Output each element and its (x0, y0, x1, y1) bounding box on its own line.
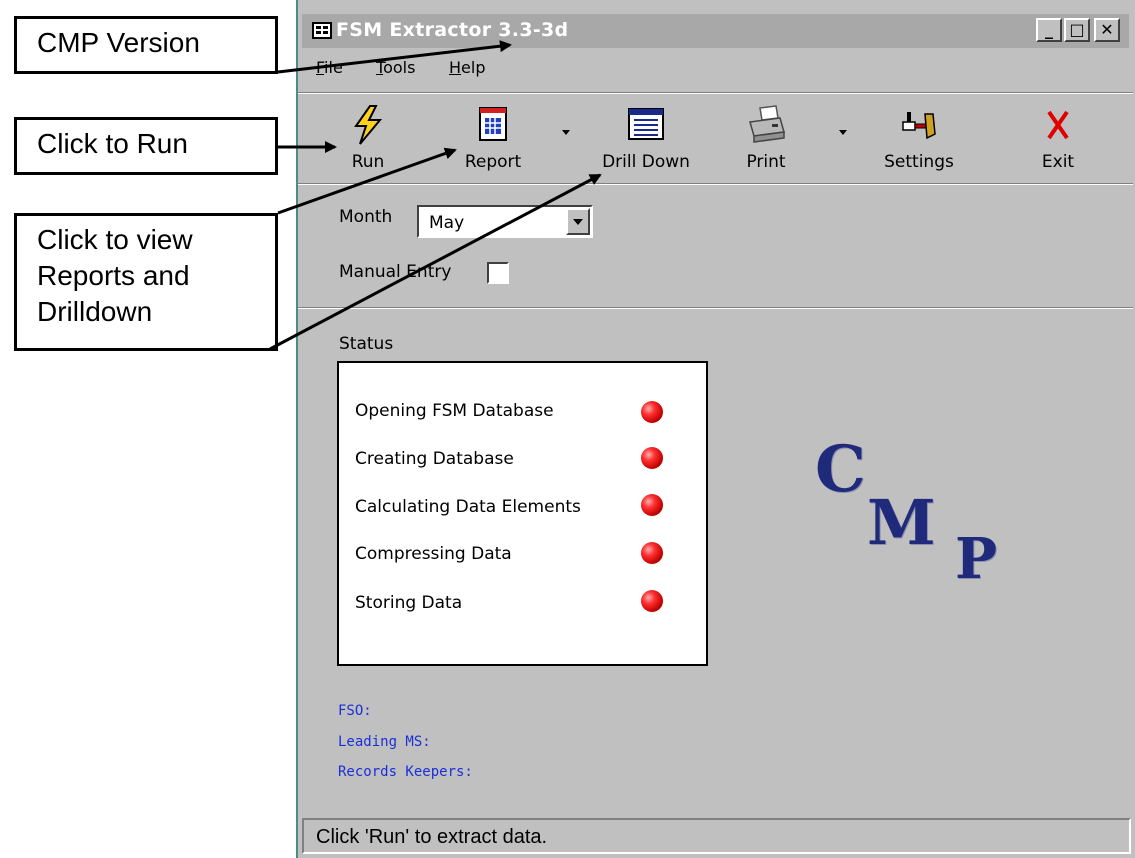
status-led-2-icon (641, 447, 663, 469)
exit-label: Exit (1041, 152, 1075, 172)
leading-ms-label: Leading MS: (338, 734, 431, 750)
status-step-1: Opening FSM Database (355, 401, 554, 421)
month-dropdown-button[interactable] (566, 208, 590, 235)
month-value: May (429, 213, 465, 233)
close-icon: ✕ (1100, 20, 1114, 39)
callout-line-2: Reports and (37, 260, 190, 291)
callout-click-to-run-text: Click to Run (37, 128, 188, 159)
minimize-icon: _ (1045, 20, 1053, 39)
menu-file-label: ile (324, 58, 343, 77)
fso-label: FSO: (338, 703, 372, 719)
report-button[interactable]: Report (438, 104, 548, 176)
status-heading: Status (339, 334, 394, 354)
form-separator (298, 307, 1133, 309)
month-label: Month (339, 207, 393, 227)
status-step-2: Creating Database (355, 449, 514, 469)
table-icon (628, 108, 664, 140)
menu-file-hotkey: F (316, 58, 325, 77)
status-step-4: Compressing Data (355, 544, 512, 564)
status-bar: Click 'Run' to extract data. (302, 818, 1131, 854)
status-step-5: Storing Data (355, 593, 463, 613)
drill-down-button[interactable]: Drill Down (591, 104, 701, 176)
status-bar-text: Click 'Run' to extract data. (316, 826, 548, 848)
print-dropdown-icon[interactable] (839, 130, 847, 135)
records-keepers-label: Records Keepers: (338, 764, 473, 780)
manual-entry-label: Manual Entry (339, 262, 452, 282)
callout-click-to-run: Click to Run (14, 117, 278, 175)
callout-cmp-version-text: CMP Version (37, 27, 200, 58)
exit-button[interactable]: Exit (1003, 104, 1113, 176)
tools-icon (902, 112, 936, 140)
window-title: FSM Extractor 3.3-3d (336, 19, 569, 41)
print-button[interactable]: Print (711, 104, 821, 176)
settings-label: Settings (884, 152, 954, 172)
menu-separator (298, 92, 1133, 94)
menu-bar: File Tools Help (300, 52, 1127, 82)
red-x-icon (1047, 110, 1069, 140)
status-led-4-icon (641, 542, 663, 564)
printer-icon (749, 105, 785, 143)
run-label: Run (351, 152, 385, 172)
menu-tools-label: ools (383, 58, 416, 77)
menu-help-label: elp (461, 58, 486, 77)
maximize-icon: □ (1069, 20, 1085, 39)
status-led-1-icon (641, 401, 663, 423)
status-led-5-icon (641, 590, 663, 612)
logo-c: C (815, 432, 866, 507)
menu-tools-hotkey: T (376, 58, 384, 77)
calendar-icon (479, 107, 507, 141)
title-bar[interactable]: FSM Extractor 3.3-3d _ □ ✕ (302, 14, 1129, 48)
menu-help-hotkey: H (449, 58, 462, 77)
drill-down-label: Drill Down (602, 152, 690, 172)
menu-tools[interactable]: Tools (376, 58, 415, 77)
minimize-button[interactable]: _ (1036, 18, 1062, 42)
print-label: Print (746, 152, 786, 172)
logo-m: M (867, 486, 936, 559)
manual-entry-checkbox[interactable] (487, 262, 509, 284)
callout-line-1: Click to view (37, 224, 193, 255)
callout-click-to-view: Click to view Reports and Drilldown (14, 213, 278, 351)
logo-p: P (955, 526, 998, 592)
close-button[interactable]: ✕ (1094, 18, 1120, 42)
callout-cmp-version: CMP Version (14, 16, 278, 74)
settings-button[interactable]: Settings (864, 104, 974, 176)
report-dropdown-icon[interactable] (562, 130, 570, 135)
callout-line-3: Drilldown (37, 296, 153, 327)
status-led-3-icon (641, 494, 663, 516)
menu-help[interactable]: Help (449, 58, 485, 77)
lightning-icon (354, 105, 383, 145)
maximize-button[interactable]: □ (1064, 18, 1090, 42)
report-label: Report (464, 152, 522, 172)
toolbar-separator (298, 183, 1133, 185)
month-select[interactable]: May (417, 205, 593, 238)
app-icon[interactable] (312, 22, 332, 39)
run-button[interactable]: Run (313, 104, 423, 176)
menu-file[interactable]: File (316, 58, 343, 77)
status-step-3: Calculating Data Elements (355, 497, 581, 517)
status-panel: Opening FSM Database Creating Database C… (337, 361, 708, 666)
